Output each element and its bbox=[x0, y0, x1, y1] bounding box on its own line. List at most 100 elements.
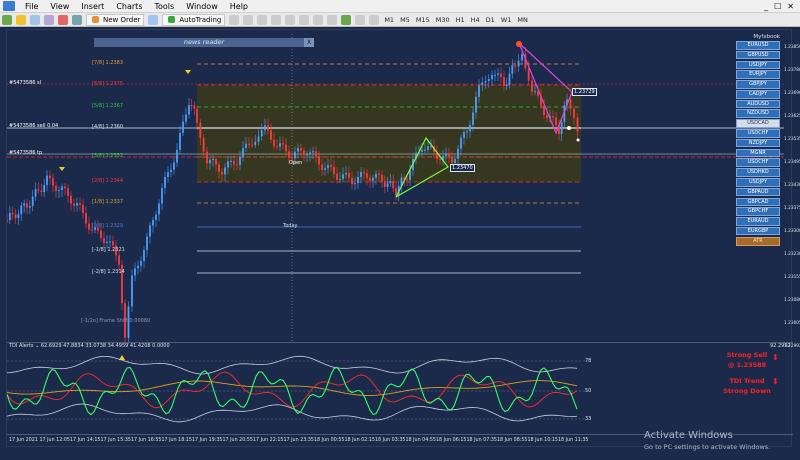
symbol-button-nzdjpy[interactable]: NZDJPY bbox=[736, 138, 780, 148]
candle-body bbox=[188, 104, 190, 115]
atr-button[interactable]: ATR bbox=[736, 237, 780, 247]
news-reader-bar[interactable]: news reader X bbox=[94, 38, 314, 47]
candle-body bbox=[17, 214, 20, 219]
symbol-button-mgnr[interactable]: MGNR bbox=[736, 148, 780, 158]
terminal-icon[interactable] bbox=[72, 14, 82, 25]
symbol-button-audusd[interactable]: AUDUSD bbox=[736, 99, 780, 109]
candle-body bbox=[118, 255, 120, 265]
app-logo-icon bbox=[3, 1, 15, 11]
zoom-in-icon[interactable] bbox=[271, 14, 282, 25]
new-chart-icon[interactable] bbox=[2, 14, 12, 25]
candle-body bbox=[494, 74, 496, 76]
candle-body bbox=[43, 185, 46, 193]
candle-body bbox=[152, 219, 154, 226]
candle-body bbox=[20, 205, 23, 215]
new-order-button[interactable]: New Order bbox=[86, 13, 145, 26]
symbol-button-usdchf[interactable]: USDCHF bbox=[736, 158, 780, 167]
line-chart-icon[interactable] bbox=[257, 14, 268, 25]
candle-body bbox=[282, 143, 284, 145]
candle-body bbox=[360, 172, 362, 177]
pattern-price-label-1: 1.23729 bbox=[572, 88, 597, 96]
candle-body bbox=[248, 143, 250, 145]
tdi-trend-value: Strong Down bbox=[723, 387, 771, 395]
candle-body bbox=[297, 148, 299, 152]
candle-body bbox=[439, 159, 441, 161]
menu-tools[interactable]: Tools bbox=[148, 2, 180, 11]
indicators-icon[interactable] bbox=[341, 14, 352, 25]
fractal-arrow-down-1 bbox=[185, 70, 191, 74]
timeframe-h4[interactable]: H4 bbox=[468, 16, 483, 24]
new-order-label: New Order bbox=[103, 15, 141, 24]
zoom-out-icon[interactable] bbox=[285, 14, 296, 25]
navigator-icon[interactable] bbox=[58, 14, 68, 25]
candle-body bbox=[227, 161, 229, 168]
timeframe-w1[interactable]: W1 bbox=[498, 16, 515, 24]
candle-body bbox=[167, 172, 169, 178]
data-window-icon[interactable] bbox=[44, 14, 54, 25]
candle-body bbox=[85, 213, 87, 224]
tdi-top-value: 92.2992 bbox=[770, 343, 791, 349]
symbol-button-usdcad[interactable]: USDCAD bbox=[736, 119, 780, 128]
timeframe-h1[interactable]: H1 bbox=[453, 16, 468, 24]
time-tick-label: 17 Jun 19:35 bbox=[192, 438, 223, 443]
timeframe-mn[interactable]: MN bbox=[514, 16, 530, 24]
close-button[interactable]: ✕ bbox=[787, 2, 794, 11]
candle-body bbox=[460, 137, 462, 149]
candle-body bbox=[351, 177, 353, 185]
symbol-button-eurusd[interactable]: EURUSD bbox=[736, 41, 780, 50]
candle-body bbox=[112, 241, 114, 246]
menu-window[interactable]: Window bbox=[180, 2, 224, 11]
profiles-icon[interactable] bbox=[16, 14, 26, 25]
chart-shift-icon[interactable] bbox=[313, 14, 324, 25]
price-tick-label: 1.23375 bbox=[784, 206, 800, 211]
news-reader-close-button[interactable]: X bbox=[304, 38, 314, 47]
menu-help[interactable]: Help bbox=[224, 2, 254, 11]
minimize-button[interactable]: _ bbox=[764, 2, 768, 11]
menu-file[interactable]: File bbox=[19, 2, 44, 11]
candle-body bbox=[251, 144, 253, 146]
candle-body bbox=[276, 146, 278, 148]
periods-icon[interactable] bbox=[355, 14, 366, 25]
symbol-button-usdjpy[interactable]: USDJPY bbox=[736, 177, 780, 187]
symbol-button-gbpcad[interactable]: GBPCAD bbox=[736, 197, 780, 207]
symbol-button-gbpjpy[interactable]: GBPJPY bbox=[736, 80, 780, 89]
menu-view[interactable]: View bbox=[44, 2, 75, 11]
market-watch-icon[interactable] bbox=[30, 14, 40, 25]
menu-insert[interactable]: Insert bbox=[75, 2, 110, 11]
candle-body bbox=[52, 178, 54, 186]
candle-body bbox=[318, 155, 320, 165]
symbol-button-eurjpy[interactable]: EURJPY bbox=[736, 70, 780, 79]
symbol-button-usdhkd[interactable]: USDHKD bbox=[736, 168, 780, 177]
chart-window[interactable]: news reader X [7/8] 1.2383 [6/8] 1.2375 [5… bbox=[6, 29, 800, 447]
candlestick-icon[interactable] bbox=[243, 14, 254, 25]
timeframe-m1[interactable]: M1 bbox=[381, 16, 397, 24]
metaeditor-icon[interactable] bbox=[148, 14, 159, 25]
candle-body bbox=[424, 149, 426, 151]
autotrading-button[interactable]: AutoTrading bbox=[162, 13, 226, 26]
templates-icon[interactable] bbox=[369, 14, 380, 25]
symbol-button-usdchf[interactable]: USDCHF bbox=[736, 129, 780, 138]
candle-body bbox=[421, 149, 423, 152]
symbol-button-usdjpy[interactable]: USDJPY bbox=[736, 60, 780, 70]
symbol-button-gbpaud[interactable]: GBPAUD bbox=[736, 187, 780, 197]
timeframe-m30[interactable]: M30 bbox=[433, 16, 453, 24]
timeframe-d1[interactable]: D1 bbox=[483, 16, 498, 24]
timeframe-m5[interactable]: M5 bbox=[397, 16, 413, 24]
tile-windows-icon[interactable] bbox=[299, 14, 310, 25]
symbol-button-gbpchf[interactable]: GBPCHF bbox=[736, 207, 780, 216]
bar-chart-icon[interactable] bbox=[229, 14, 240, 25]
autoscroll-icon[interactable] bbox=[327, 14, 338, 25]
menu-charts[interactable]: Charts bbox=[110, 2, 148, 11]
candle-body bbox=[106, 241, 108, 243]
price-tick-label: 1.23430 bbox=[784, 183, 800, 188]
symbol-button-gbpusd[interactable]: GBPUSD bbox=[736, 50, 780, 60]
symbol-button-eurgbp[interactable]: EURGBP bbox=[736, 226, 780, 236]
symbol-button-euraud[interactable]: EURAUD bbox=[736, 217, 780, 226]
candle-body bbox=[88, 223, 90, 230]
murrey-level-label: [-2/8] 1.2314 bbox=[92, 269, 125, 275]
symbol-button-cadjpy[interactable]: CADJPY bbox=[736, 89, 780, 99]
tdi-indicator-window[interactable]: TDI Alerts ⌄ 62.6929 47.8834 33.0738 34.… bbox=[7, 342, 793, 436]
symbol-button-nzdusd[interactable]: NZDUSD bbox=[736, 109, 780, 119]
maximize-button[interactable]: ☐ bbox=[774, 2, 781, 11]
timeframe-m15[interactable]: M15 bbox=[413, 16, 433, 24]
